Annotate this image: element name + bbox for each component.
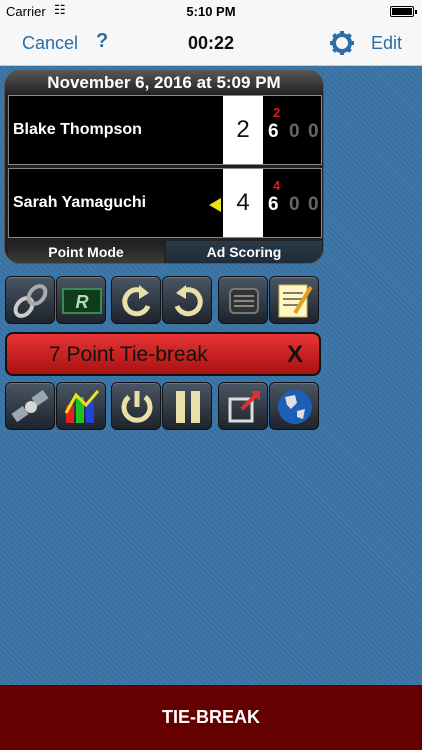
undo-button[interactable] [111,276,161,324]
gear-icon[interactable] [329,30,355,56]
set2-games: 0 [289,194,300,215]
match-date: November 6, 2016 at 5:09 PM [5,71,323,95]
pause-button[interactable] [162,382,212,430]
set1-games: 6 [268,194,279,215]
player-row[interactable]: Sarah Yamaguchi 4 4 6 0 0 [8,168,322,238]
mode-bar: Point Mode Ad Scoring [8,241,322,263]
stats-chart-icon [64,390,100,423]
scoreboard: November 6, 2016 at 5:09 PM Blake Thomps… [4,70,324,264]
player-name: Blake Thompson [13,121,142,138]
satellite-button[interactable] [5,382,55,430]
notes-button[interactable] [269,276,319,324]
nav-bar: Cancel ? 00:22 Edit [0,24,422,64]
menu-button[interactable] [218,276,268,324]
top-bar: Carrier ☷ 5:10 PM Cancel ? 00:22 Edit [0,0,422,66]
tiebreak-score: 4 [273,178,281,193]
close-tiebreak-button[interactable]: X [287,341,303,369]
set3-games: 0 [308,121,319,142]
menu-icon [229,288,259,314]
globe-button[interactable] [269,382,319,430]
undo-icon [122,285,151,317]
export-button[interactable] [218,382,268,430]
redo-icon [174,285,203,317]
match-timer: 00:22 [187,33,235,53]
set2-games: 0 [289,121,300,142]
replay-button[interactable]: R [56,276,106,324]
set1-games: 6 [268,121,279,142]
replay-letter: R [76,292,89,312]
link-icon [13,284,48,318]
set3-games: 0 [308,194,319,215]
stats-button[interactable] [56,382,106,430]
player-row[interactable]: Blake Thompson 2 2 6 0 0 [8,95,322,165]
tiebreak-label: 7 Point Tie-break [49,343,208,366]
point-score[interactable]: 2 [223,96,263,164]
battery-icon [390,6,417,17]
ad-scoring-button[interactable]: Ad Scoring [166,241,322,263]
point-mode-button[interactable]: Point Mode [8,241,164,263]
replay-icon: R [62,288,102,314]
player-name: Sarah Yamaguchi [13,194,147,211]
power-icon [121,391,153,423]
link-button[interactable] [5,276,55,324]
edit-button[interactable]: Edit [371,33,402,54]
pause-icon [176,391,200,423]
redo-button[interactable] [162,276,212,324]
satellite-icon [11,389,49,423]
serve-indicator-icon [209,198,221,212]
point-score[interactable]: 4 [223,169,263,237]
status-bar: Carrier ☷ 5:10 PM [0,0,422,22]
power-button[interactable] [111,382,161,430]
tiebreak-footer-button[interactable]: TIE-BREAK [0,685,422,750]
globe-icon [278,390,312,424]
tiebreak-score: 2 [273,105,281,120]
tiebreak-banner[interactable]: 7 Point Tie-break X [5,332,321,376]
export-icon [228,391,260,423]
notes-icon [278,284,313,318]
status-time: 5:10 PM [186,4,236,19]
